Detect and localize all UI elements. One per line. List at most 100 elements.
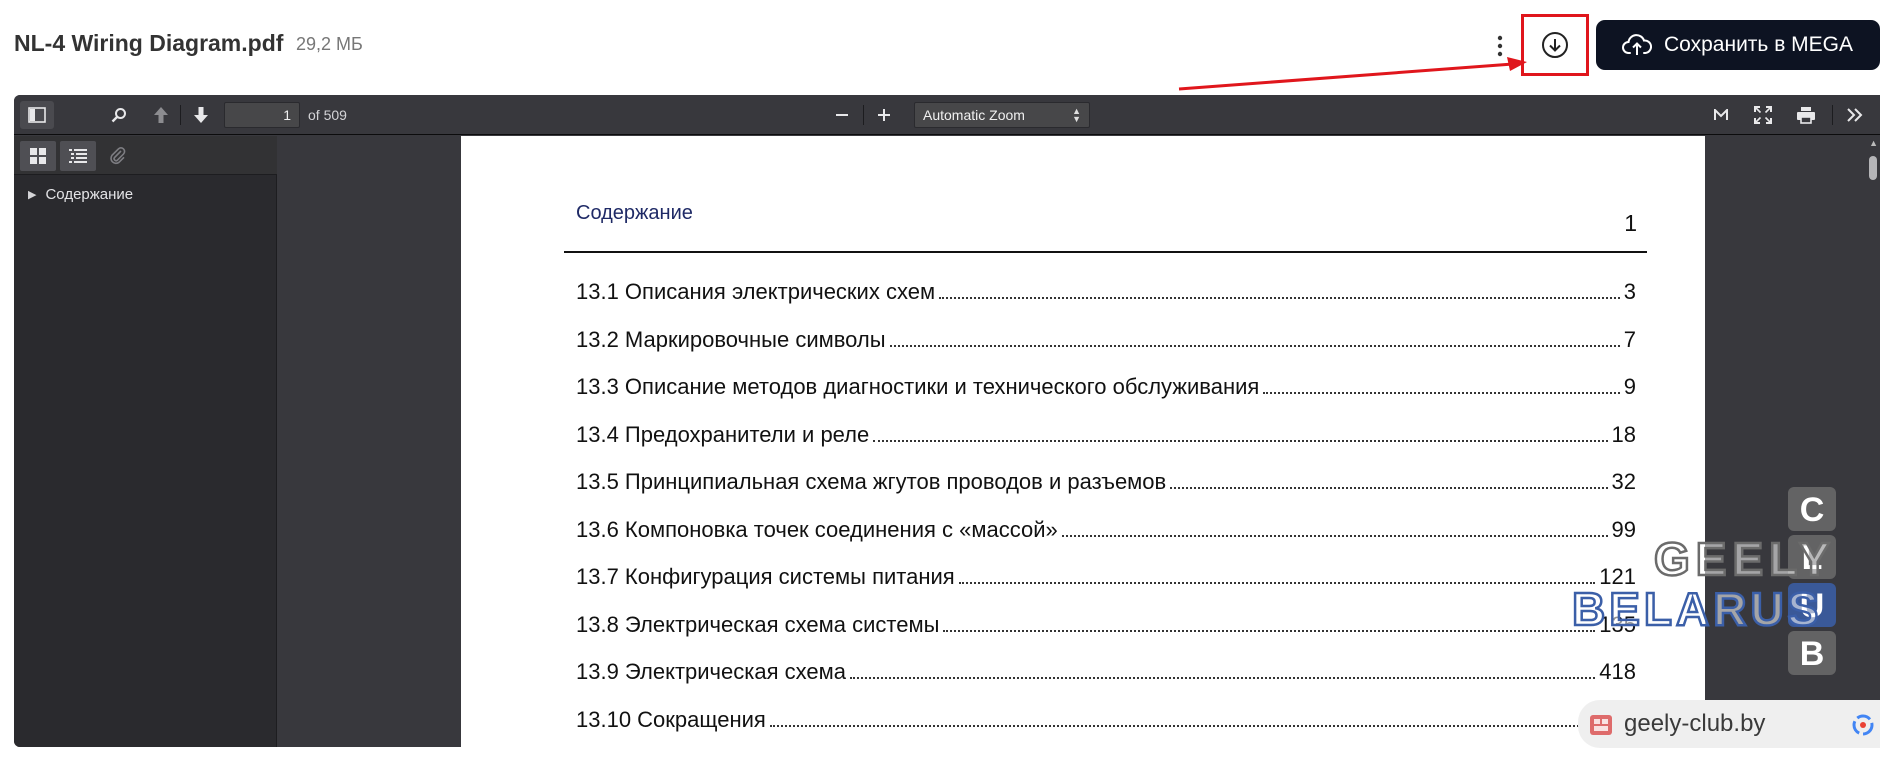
toc-row[interactable]: 13.5 Принципиальная схема жгутов проводо… — [576, 469, 1636, 517]
toc-heading: Содержание — [576, 202, 693, 224]
toc-row-page: 7 — [1623, 326, 1636, 352]
toc-row-page: 99 — [1611, 516, 1636, 542]
outline-item-label: Содержание — [45, 185, 134, 203]
toc-row-leader — [943, 614, 1596, 632]
toc-row-page: 9 — [1623, 374, 1636, 399]
thumbnails-icon — [30, 148, 46, 164]
fullscreen-icon — [1754, 106, 1772, 124]
sidebar: ▶ Содержание — [14, 136, 277, 747]
toc-row[interactable]: 13.1 Описания электрических схем 3 — [576, 279, 1636, 327]
file-name: NL-4 Wiring Diagram.pdf — [14, 30, 284, 56]
save-to-mega-button[interactable]: Сохранить в MEGA — [1596, 20, 1880, 70]
cloud-upload-icon — [1622, 33, 1652, 57]
toc-row-title: 13.10 Сокращения — [576, 706, 766, 732]
outline-view-button[interactable] — [60, 141, 96, 171]
toc-row[interactable]: 13.6 Компоновка точек соединения с «масс… — [576, 517, 1636, 565]
toc-row-title: 13.3 Описание методов диагностики и техн… — [576, 374, 1260, 399]
pdf-page: Содержание 1 13.1 Описания электрических… — [461, 136, 1705, 747]
document-area[interactable]: Содержание 1 13.1 Описания электрических… — [278, 136, 1880, 747]
toolbar-separator — [1832, 105, 1833, 125]
toc-row-title: 13.4 Предохранители и реле — [576, 421, 870, 447]
watermark-url-text: geely-club.by — [1624, 710, 1766, 737]
zoom-out-button[interactable] — [828, 101, 856, 129]
print-button[interactable] — [1791, 101, 1821, 129]
paperclip-icon — [110, 147, 126, 165]
outline-list-icon — [69, 149, 87, 163]
toc-row-leader — [1061, 519, 1608, 537]
download-circle-icon — [1542, 32, 1568, 58]
toc-row-page: 135 — [1599, 611, 1636, 637]
toc-row-page: 18 — [1611, 421, 1636, 447]
zoom-in-icon — [878, 109, 890, 121]
toc-row[interactable]: 13.10 Сокращения493 — [576, 707, 1636, 748]
scroll-up-arrow-icon[interactable]: ▲ — [1869, 138, 1878, 148]
toc-row-leader — [939, 281, 1620, 299]
download-button[interactable] — [1533, 25, 1577, 65]
presentation-mode-icon — [1714, 109, 1728, 120]
toc-row[interactable]: 13.7 Конфигурация системы питания 121 — [576, 564, 1636, 612]
sidebar-toggle-icon — [28, 107, 46, 123]
toc-row-leader — [889, 329, 1620, 347]
file-size: 29,2 МБ — [296, 34, 363, 54]
toc-row[interactable]: 13.9 Электрическая схема 418 — [576, 659, 1636, 707]
watermark-url-badge: geely-club.by — [1578, 700, 1880, 748]
save-to-mega-label: Сохранить в MEGA — [1664, 33, 1854, 56]
sidebar-toggle-button[interactable] — [20, 101, 54, 129]
page-count-label: of 509 — [308, 107, 347, 123]
toc-heading-page: 1 — [1624, 210, 1637, 236]
attachments-view-button[interactable] — [100, 141, 136, 171]
zoom-out-icon — [836, 114, 848, 116]
toc-row-title: 13.8 Электрическая схема системы — [576, 611, 940, 637]
fullscreen-button[interactable] — [1749, 101, 1777, 129]
thumbnail-view-button[interactable] — [20, 141, 56, 171]
pdf-viewer: of 509 Automatic Zoom ▲▼ — [14, 95, 1880, 747]
more-vertical-icon — [1497, 35, 1503, 57]
find-button[interactable] — [104, 101, 134, 129]
tools-icon — [1847, 108, 1863, 122]
toc-row[interactable]: 13.8 Электрическая схема системы 135 — [576, 612, 1636, 660]
expand-triangle-icon[interactable]: ▶ — [28, 188, 36, 201]
toc-row-leader — [849, 661, 1596, 679]
toc-row-leader — [769, 709, 1596, 727]
sidebar-toolbar — [14, 136, 277, 175]
toc-row-page: 3 — [1623, 279, 1636, 304]
zoom-select[interactable]: Automatic Zoom ▲ ▼ — [914, 102, 1090, 128]
location-pin-icon — [1588, 711, 1614, 737]
toc-row[interactable]: 13.2 Маркировочные символы 7 — [576, 327, 1636, 375]
toolbar-separator — [863, 105, 864, 125]
toolbar-separator — [180, 105, 181, 125]
previous-page-icon — [154, 107, 168, 123]
next-page-icon — [194, 107, 208, 123]
print-icon — [1797, 107, 1815, 124]
zoom-in-button[interactable] — [870, 101, 898, 129]
toc-row-leader — [958, 566, 1596, 584]
previous-page-button[interactable] — [148, 101, 174, 129]
page-number-input[interactable] — [224, 102, 300, 128]
toc-row-page: 418 — [1599, 659, 1636, 684]
tools-button[interactable] — [1840, 101, 1870, 129]
toc-row[interactable]: 13.4 Предохранители и реле 18 — [576, 422, 1636, 470]
toc-row-leader — [873, 424, 1608, 442]
scrollbar-thumb[interactable] — [1869, 156, 1877, 180]
viewer-toolbar: of 509 Automatic Zoom ▲▼ — [14, 95, 1880, 135]
toc-row-page: 121 — [1599, 564, 1636, 589]
toc-row-page: 32 — [1611, 469, 1636, 494]
lens-icon — [1850, 712, 1876, 738]
search-icon — [111, 108, 126, 123]
zoom-selected-label: Automatic Zoom — [923, 107, 1025, 123]
toc-row-title: 13.6 Компоновка точек соединения с «масс… — [576, 516, 1058, 542]
toc-row-title: 13.5 Принципиальная схема жгутов проводо… — [576, 469, 1167, 494]
toc-row-leader — [1263, 376, 1620, 394]
toc-row-title: 13.9 Электрическая схема — [576, 659, 846, 684]
vertical-scrollbar[interactable]: ▲ ▼ — [1866, 136, 1880, 747]
toc-row-title: 13.1 Описания электрических схем — [576, 279, 936, 304]
toc-divider — [564, 251, 1647, 253]
toc-row-leader — [1170, 471, 1608, 489]
toc-row[interactable]: 13.3 Описание методов диагностики и техн… — [576, 374, 1636, 422]
presentation-mode-button[interactable] — [1708, 101, 1734, 129]
more-options-button[interactable] — [1486, 30, 1514, 62]
next-page-button[interactable] — [188, 101, 214, 129]
select-arrows-icon: ▲ ▼ — [1072, 106, 1081, 124]
outline-item[interactable]: ▶ Содержание — [28, 183, 133, 205]
toc-row-title: 13.2 Маркировочные символы — [576, 326, 886, 352]
